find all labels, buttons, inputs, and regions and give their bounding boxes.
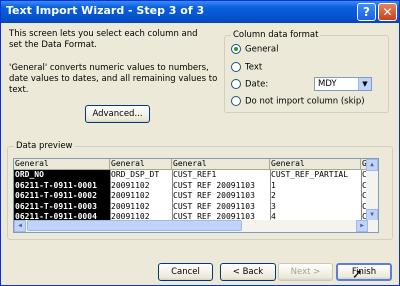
radio-general-indicator[interactable] (231, 44, 241, 54)
arrow-up-icon: ▲ (370, 161, 374, 168)
radio-general-label: General (245, 44, 279, 55)
data-preview-legend: Data preview (14, 141, 75, 151)
window-title: Text Import Wizard - Step 3 of 3 (6, 4, 205, 17)
radio-general[interactable]: General (231, 44, 279, 56)
question-icon: ? (363, 5, 370, 19)
scroll-left-button[interactable]: ◀ (14, 220, 26, 232)
column-header[interactable]: General (110, 159, 172, 170)
close-icon: ✕ (382, 5, 393, 19)
column-header[interactable]: General (172, 159, 270, 170)
preview-cell: 06211-T-0911-0002 (14, 191, 110, 202)
scroll-right-button[interactable]: ▶ (356, 220, 368, 232)
preview-cell: ORD_DSP_DT (111, 170, 160, 179)
date-format-value: MDY (318, 79, 337, 89)
cancel-button[interactable]: Cancel (158, 263, 213, 281)
radio-date-indicator[interactable] (231, 79, 241, 89)
radio-skip-label: Do not import column (skip) (245, 96, 365, 107)
date-format-select[interactable]: MDY ▼ (314, 77, 372, 91)
chevron-down-icon[interactable]: ▼ (358, 78, 371, 90)
vertical-scrollbar[interactable]: ▲ ▼ (366, 159, 378, 221)
radio-text-indicator[interactable] (231, 62, 241, 72)
radio-text[interactable]: Text (231, 62, 262, 74)
general-description-text: 'General' converts numeric values to num… (9, 63, 218, 95)
preview-cell: 06211-T-0911-0003 (14, 201, 110, 212)
column-header[interactable]: General (270, 159, 361, 170)
scroll-up-button[interactable]: ▲ (366, 159, 378, 171)
arrow-right-icon: ▶ (360, 222, 364, 229)
radio-skip[interactable]: Do not import column (skip) (231, 96, 365, 108)
preview-cell: 20091102 (111, 180, 150, 190)
arrow-left-icon: ◀ (18, 222, 22, 229)
finish-button[interactable]: Finish (336, 263, 392, 281)
intro-text: This screen lets you select each column … (9, 29, 198, 50)
preview-cell: CUST REF 20091103 (173, 180, 255, 190)
advanced-button[interactable]: Advanced... (85, 105, 150, 123)
column-data-format-legend: Column data format (231, 30, 321, 40)
radio-date-label: Date: (245, 79, 269, 90)
title-bar[interactable]: Text Import Wizard - Step 3 of 3 ? ✕ (1, 1, 399, 23)
preview-cell: CUST_REF_PARTIAL (271, 170, 349, 179)
radio-date[interactable]: Date: (231, 79, 268, 91)
preview-cell: ORD_NO (14, 170, 110, 181)
column-data-format-group: Column data format General Text Date: MD… (224, 30, 389, 113)
data-preview-grid[interactable]: General ORD_NO 06211-T-0911-0001 06211-T… (13, 158, 379, 233)
preview-cell: 1 (271, 180, 276, 190)
preview-cell: 20091102 (111, 191, 150, 200)
text-import-wizard-dialog: Text Import Wizard - Step 3 of 3 ? ✕ Thi… (0, 0, 400, 286)
preview-cell: 06211-T-0911-0001 (14, 180, 110, 191)
help-button[interactable]: ? (357, 3, 376, 21)
next-button[interactable]: Next > (278, 263, 333, 281)
preview-cell: 20091102 (111, 201, 150, 211)
preview-cell: CUST REF 20091103 (173, 191, 255, 200)
close-button[interactable]: ✕ (378, 3, 397, 21)
back-button[interactable]: < Back (220, 263, 276, 281)
preview-cell: CUST_REF1 (173, 170, 217, 179)
preview-cell: CUST REF 20091103 (173, 201, 255, 211)
radio-skip-indicator[interactable] (231, 96, 241, 106)
mouse-cursor-icon: ➚ (352, 267, 363, 282)
horizontal-scroll-thumb[interactable] (27, 220, 242, 231)
arrow-down-icon: ▼ (370, 211, 374, 218)
preview-cell: 2 (271, 191, 276, 200)
preview-cell: 3 (271, 201, 276, 211)
column-header[interactable]: General (14, 159, 110, 170)
horizontal-scrollbar[interactable]: ◀ ▶ (14, 220, 378, 232)
radio-text-label: Text (245, 62, 263, 73)
